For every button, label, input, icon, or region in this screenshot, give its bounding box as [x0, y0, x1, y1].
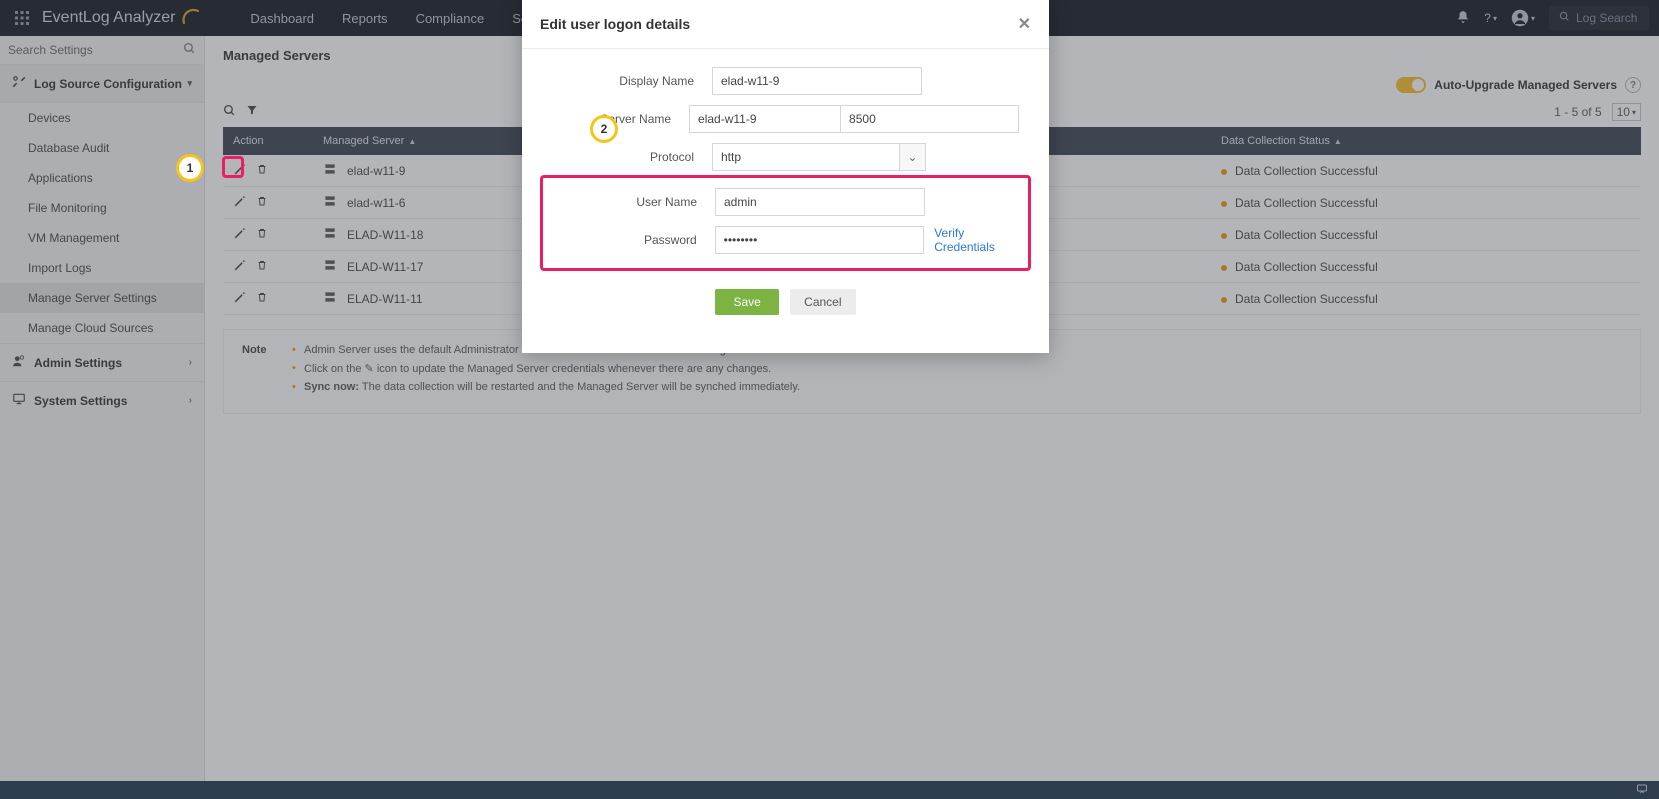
- port-input[interactable]: [840, 105, 1019, 133]
- user-name-input[interactable]: [715, 188, 925, 216]
- server-name-input[interactable]: [689, 105, 841, 133]
- credentials-highlight: User Name Password Verify Credentials: [540, 175, 1031, 271]
- annotation-badge-2: 2: [590, 115, 618, 143]
- password-label: Password: [555, 233, 715, 247]
- cancel-button[interactable]: Cancel: [790, 289, 855, 315]
- user-name-label: User Name: [555, 195, 715, 209]
- verify-credentials-link[interactable]: Verify Credentials: [934, 226, 1028, 254]
- modal-title: Edit user logon details: [540, 16, 690, 32]
- display-name-input[interactable]: [712, 67, 922, 95]
- display-name-label: Display Name: [552, 74, 712, 88]
- edit-logon-modal: Edit user logon details ✕ Display Name S…: [522, 0, 1049, 353]
- chevron-down-icon[interactable]: ⌄: [900, 143, 926, 171]
- save-button[interactable]: Save: [715, 289, 778, 315]
- edit-icon-highlight: [222, 156, 244, 178]
- password-input[interactable]: [715, 226, 925, 254]
- protocol-label: Protocol: [552, 150, 712, 164]
- annotation-badge-1: 1: [176, 154, 204, 182]
- protocol-select[interactable]: http: [712, 143, 900, 171]
- server-name-label: Server Name: [552, 112, 689, 126]
- close-icon[interactable]: ✕: [1018, 14, 1031, 34]
